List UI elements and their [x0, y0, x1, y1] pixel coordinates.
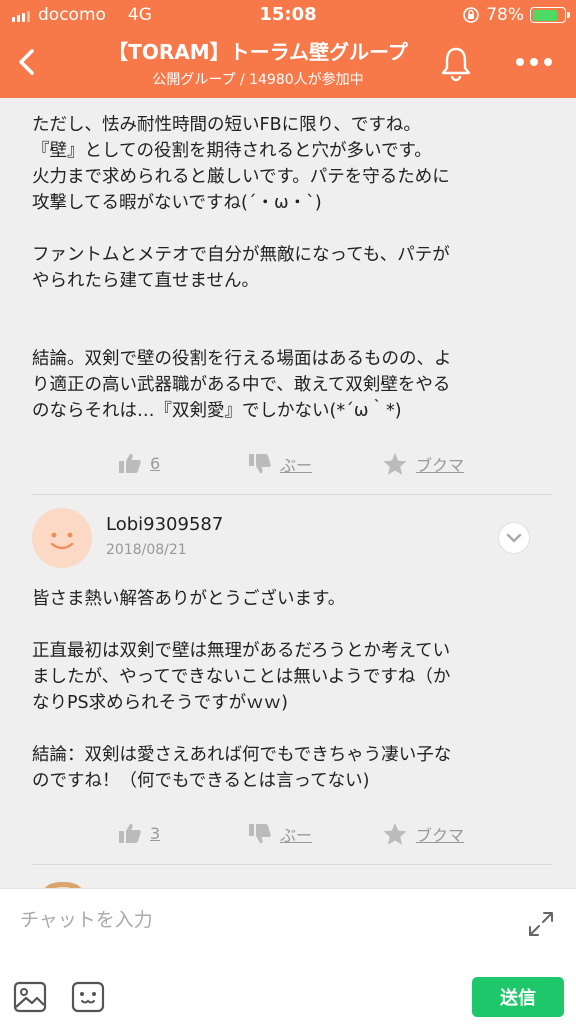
thumbs-down-icon [249, 824, 271, 844]
post-line [32, 612, 552, 638]
more-icon[interactable] [512, 52, 556, 72]
post-divider [32, 864, 552, 865]
battery-icon [530, 7, 570, 23]
post-line: 攻撃してる暇がないですね(´・ω・`) [32, 193, 322, 213]
bookmark-button[interactable]: ブクマ [382, 452, 464, 476]
user-name[interactable]: Lobi9309587 [106, 514, 223, 535]
post-line: のですね！（何でもできるとは言ってない) [32, 771, 370, 791]
back-icon[interactable] [8, 42, 48, 82]
like-button[interactable]: 3 [118, 822, 160, 844]
emoji-icon[interactable] [70, 979, 106, 1015]
cat-avatar-icon [44, 882, 82, 888]
avatar[interactable] [32, 508, 92, 568]
bookmark-button[interactable]: ブクマ [382, 822, 464, 846]
header-title-area: 【TORAM】トーラム壁グループ 公開グループ / 14980人が参加中 [80, 36, 436, 89]
post-menu-button[interactable] [498, 522, 530, 554]
status-bar: docomo 4G 15:08 78% [0, 0, 576, 30]
post-line [32, 320, 552, 346]
thread-content[interactable]: ただし、怯み耐性時間の短いFBに限り、ですね。 『壁』としての役割を期待されると… [0, 98, 576, 888]
post-line: り適正の高い武器職がある中で、敢えて双剣壁をやる [32, 375, 451, 395]
post-divider [32, 494, 552, 495]
post-line: 皆さま熱い解答ありがとうございます。 [32, 589, 346, 609]
chat-input[interactable] [20, 905, 490, 935]
post-line: 結論：双剣は愛さえあれば何でもできちゃう凄い子な [32, 745, 452, 765]
smile-face-icon [50, 532, 74, 550]
post-line [32, 716, 552, 742]
group-subtitle: 公開グループ / 14980人が参加中 [152, 72, 364, 88]
boo-button[interactable]: ぶー [248, 452, 312, 476]
thumbs-up-icon [119, 453, 141, 473]
post-line: なりPS求められそうですがｗｗ) [32, 693, 288, 713]
group-title: 【TORAM】トーラム壁グループ [108, 40, 408, 64]
post-date: 2018/08/21 [106, 542, 187, 558]
post-line [32, 216, 552, 242]
post-line: ましたが、やってできないことは無いようですね（か [32, 667, 451, 687]
post-line: 『壁』としての役割を期待されると穴が多いです。 [32, 141, 432, 161]
chevron-down-icon [506, 533, 522, 543]
thumbs-up-icon [119, 823, 141, 843]
battery-percent: 78% [486, 5, 524, 25]
expand-icon[interactable] [526, 909, 556, 939]
orientation-lock-icon [463, 7, 480, 23]
avatar[interactable] [36, 880, 90, 888]
post-body: 皆さま熱い解答ありがとうございます。 正直最初は双剣で壁は無理があるだろうとか考… [32, 586, 552, 794]
star-icon [383, 823, 407, 845]
boo-label: ぶー [280, 456, 313, 475]
like-count: 3 [150, 823, 161, 843]
send-button[interactable]: 送信 [472, 977, 564, 1017]
post-line: ただし、怯み耐性時間の短いFBに限り、ですね。 [32, 115, 421, 135]
post-line: 火力まで求められると厳しいです。パテを守るために [32, 167, 450, 187]
bell-icon[interactable] [438, 44, 474, 82]
bookmark-label: ブクマ [416, 826, 465, 845]
like-count: 6 [150, 453, 161, 473]
chat-footer: 送信 [0, 888, 576, 1024]
post-line: やられたら建て直せません。 [32, 271, 259, 291]
post-body: ただし、怯み耐性時間の短いFBに限り、ですね。 『壁』としての役割を期待されると… [32, 112, 552, 424]
post-line [32, 294, 552, 320]
boo-label: ぶー [280, 826, 313, 845]
post-line: 正直最初は双剣で壁は無理があるだろうとか考えてい [32, 641, 451, 661]
post-line: 結論。双剣で壁の役割を行える場面はあるものの、よ [32, 349, 452, 369]
post-line: ファントムとメテオで自分が無敵になっても、パテが [32, 245, 450, 265]
star-icon [383, 453, 407, 475]
bookmark-label: ブクマ [416, 456, 465, 475]
status-right: 78% [462, 5, 570, 25]
post-line: のならそれは…『双剣愛』でしかない(*´ω｀*) [32, 401, 402, 421]
image-icon[interactable] [12, 979, 48, 1015]
like-button[interactable]: 6 [118, 452, 160, 474]
thumbs-down-icon [249, 454, 271, 474]
boo-button[interactable]: ぶー [248, 822, 312, 846]
app-header: 【TORAM】トーラム壁グループ 公開グループ / 14980人が参加中 [0, 30, 576, 98]
